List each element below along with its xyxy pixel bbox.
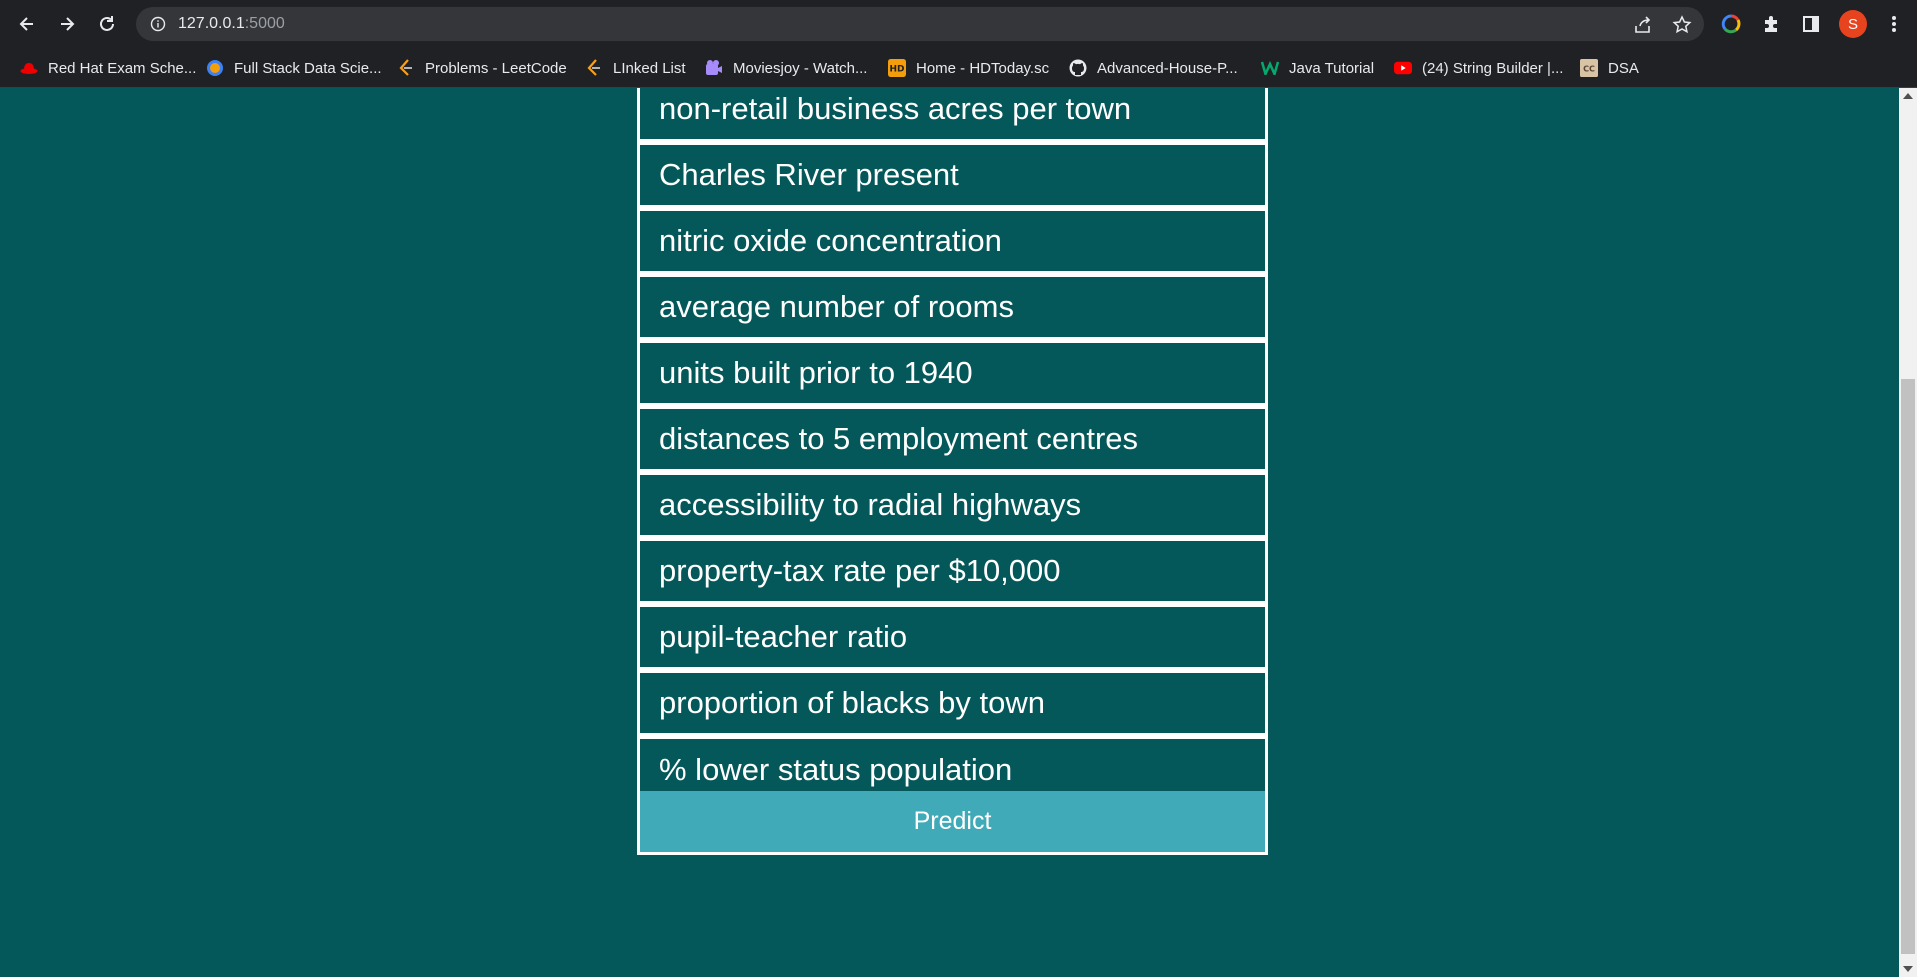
input-proportion-by-town[interactable]: proportion of blacks by town: [637, 670, 1268, 736]
scroll-up-icon[interactable]: [1903, 93, 1913, 99]
github-icon: [1069, 59, 1087, 77]
profile-initial: S: [1847, 15, 1858, 33]
address-bar[interactable]: 127.0.0.1:5000: [136, 7, 1704, 41]
codechef-icon: CC: [1580, 59, 1598, 77]
input-non-retail-acres[interactable]: non-retail business acres per town: [637, 88, 1268, 142]
leetcode-icon: [397, 59, 415, 77]
page-scrollbar[interactable]: [1899, 88, 1917, 977]
input-nitric-oxide[interactable]: nitric oxide concentration: [637, 208, 1268, 274]
reload-icon: [100, 16, 114, 31]
share-icon[interactable]: [1633, 15, 1653, 35]
profile-avatar[interactable]: S: [1839, 10, 1867, 38]
colorful-extension-icon[interactable]: [1719, 12, 1743, 36]
hd-icon: HD: [888, 59, 906, 77]
bookmark-item[interactable]: Advanced-House-P...: [1069, 48, 1238, 88]
redhat-icon: [20, 59, 38, 77]
field-placeholder: Charles River present: [659, 157, 959, 192]
bookmark-label: Moviesjoy - Watch...: [733, 59, 868, 77]
svg-text:HD: HD: [889, 65, 904, 75]
bookmark-label: Full Stack Data Scie...: [234, 59, 382, 77]
bookmark-label: Red Hat Exam Sche...: [48, 59, 197, 77]
field-placeholder: average number of rooms: [659, 289, 1014, 324]
browser-toolbar: 127.0.0.1:5000 S: [0, 0, 1917, 48]
input-highway-access[interactable]: accessibility to radial highways: [637, 472, 1268, 538]
forward-button[interactable]: [52, 9, 82, 39]
bookmark-item[interactable]: Full Stack Data Scie...: [206, 48, 382, 88]
url-host: 127.0.0.1: [178, 15, 245, 32]
bookmark-item[interactable]: HD Home - HDToday.sc: [888, 48, 1049, 88]
bookmark-item[interactable]: Red Hat Exam Sche...: [20, 48, 196, 88]
bookmark-item[interactable]: Problems - LeetCode: [397, 48, 567, 88]
field-placeholder: property-tax rate per $10,000: [659, 553, 1061, 588]
bookmark-label: DSA: [1608, 59, 1639, 77]
scroll-down-icon[interactable]: [1903, 966, 1913, 972]
field-placeholder: proportion of blacks by town: [659, 685, 1045, 720]
scroll-thumb[interactable]: [1901, 379, 1915, 954]
field-placeholder: nitric oxide concentration: [659, 223, 1002, 258]
ineuron-icon: [206, 59, 224, 77]
field-placeholder: distances to 5 employment centres: [659, 421, 1139, 456]
bookmark-label: Problems - LeetCode: [425, 59, 567, 77]
url-text: 127.0.0.1:5000: [178, 15, 285, 33]
bookmark-star-icon[interactable]: [1672, 15, 1692, 35]
bookmark-label: Java Tutorial: [1289, 59, 1375, 77]
back-button[interactable]: [12, 9, 42, 39]
youtube-icon: [1394, 59, 1412, 77]
input-charles-river[interactable]: Charles River present: [637, 142, 1268, 208]
extensions-puzzle-icon[interactable]: [1759, 12, 1783, 36]
bookmark-label: Advanced-House-P...: [1097, 59, 1238, 77]
bookmark-label: LInked List: [613, 59, 686, 77]
field-placeholder: units built prior to 1940: [659, 355, 973, 390]
input-pupil-teacher-ratio[interactable]: pupil-teacher ratio: [637, 604, 1268, 670]
w3schools-icon: [1261, 59, 1279, 77]
bookmarks-bar: Red Hat Exam Sche... Full Stack Data Sci…: [0, 48, 1917, 88]
input-employment-distance[interactable]: distances to 5 employment centres: [637, 406, 1268, 472]
field-placeholder: pupil-teacher ratio: [659, 619, 908, 654]
bookmark-item[interactable]: Java Tutorial: [1261, 48, 1374, 88]
moviesjoy-icon: [705, 59, 723, 77]
input-tax-rate[interactable]: property-tax rate per $10,000: [637, 538, 1268, 604]
bookmark-item[interactable]: LInked List: [585, 48, 686, 88]
site-info-icon[interactable]: [150, 16, 166, 32]
input-lower-status[interactable]: % lower status population: [637, 736, 1268, 791]
bookmark-item[interactable]: (24) String Builder |...: [1394, 48, 1563, 88]
bookmark-item[interactable]: CC DSA: [1580, 48, 1639, 88]
input-units-before-1940[interactable]: units built prior to 1940: [637, 340, 1268, 406]
reload-button[interactable]: [92, 9, 122, 39]
menu-kebab-icon[interactable]: [1882, 12, 1906, 36]
side-panel-icon[interactable]: [1799, 12, 1823, 36]
page-viewport: non-retail business acres per town Charl…: [0, 88, 1899, 977]
leetcode-icon: [585, 59, 603, 77]
field-placeholder: accessibility to radial highways: [659, 487, 1082, 522]
field-placeholder: % lower status population: [659, 752, 1013, 787]
bookmark-label: Home - HDToday.sc: [916, 59, 1050, 77]
input-average-rooms[interactable]: average number of rooms: [637, 274, 1268, 340]
forward-arrow-icon: [61, 17, 75, 31]
url-port: :5000: [244, 15, 285, 32]
predict-button[interactable]: Predict: [637, 791, 1268, 855]
bookmark-item[interactable]: Moviesjoy - Watch...: [705, 48, 867, 88]
field-placeholder: non-retail business acres per town: [659, 91, 1132, 126]
bookmark-label: (24) String Builder |...: [1422, 59, 1564, 77]
svg-text:CC: CC: [1583, 64, 1595, 74]
back-arrow-icon: [19, 17, 33, 31]
